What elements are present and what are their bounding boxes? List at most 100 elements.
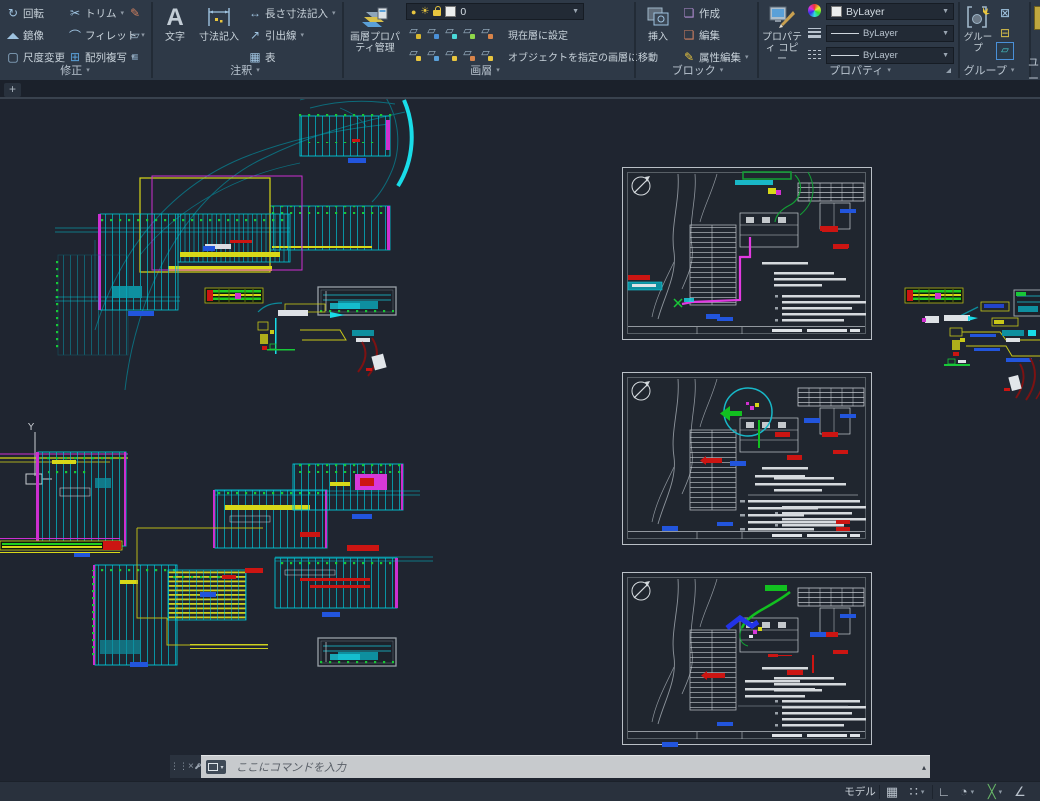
ungroup-button[interactable]: ⊠ <box>998 4 1012 22</box>
object-color-swatch <box>831 6 842 17</box>
dropdown-arrow-icon: ▼ <box>942 30 949 37</box>
dropdown-arrow-icon: ▾ <box>921 788 925 796</box>
object-color-value: ByLayer <box>846 6 885 18</box>
rotate-button[interactable]: ↻回転 <box>6 4 44 22</box>
match-properties-button[interactable]: プロパティ コピー <box>761 2 803 65</box>
command-input[interactable]: ▾ ここにコマンドを入力 ▴ <box>201 755 930 778</box>
detail-cluster-mid-left <box>205 287 396 376</box>
block-edit-button[interactable]: ❏編集 <box>682 26 720 44</box>
group-edit-button[interactable]: ⊟ <box>998 24 1012 42</box>
panel-separator <box>757 2 759 78</box>
layer-unisolate-icon[interactable]: ▱ <box>460 47 475 61</box>
command-history-arrow-icon[interactable]: ▴ <box>922 763 926 772</box>
match-properties-icon <box>768 2 796 32</box>
layer-lock-icon[interactable]: ▱ <box>460 25 475 39</box>
model-space[interactable]: Y <box>0 99 1040 755</box>
modify-panel-label[interactable]: 修正▾ <box>30 61 120 78</box>
snap-toggle-button[interactable]: ∷▾ <box>904 783 930 800</box>
block-create-button[interactable]: ❏作成 <box>682 4 720 22</box>
current-layer-name: 0 <box>460 6 466 18</box>
layer-match-icon[interactable]: ▱ <box>478 25 493 39</box>
customize-wrench-icon[interactable] <box>194 761 201 772</box>
block-create-label: 作成 <box>699 6 720 21</box>
layer-properties-button[interactable]: 画層プロパティ管理 <box>349 2 401 54</box>
mirror-label: 鏡像 <box>23 28 44 43</box>
ribbon: ↻回転 ✂トリム▾ ✎ ◢◣鏡像 ⌒フィレット▾ ▱ ▢尺度変更 ⊞配列複写▾ … <box>0 0 1040 82</box>
block-panel-label[interactable]: ブロック▾ <box>650 61 745 78</box>
lineweight-dropdown[interactable]: ByLayer ▼ <box>826 25 954 42</box>
set-current-layer-button[interactable]: 現在層に設定 <box>508 25 568 43</box>
polar-tracking-button[interactable]: ◔▾ <box>954 783 980 800</box>
layer-properties-label: 画層プロパティ管理 <box>349 32 401 54</box>
layer-on-all-icon[interactable]: ▱ <box>406 47 421 61</box>
model-space-button[interactable]: モデル <box>843 783 877 800</box>
layer-thaw-all-icon[interactable]: ▱ <box>424 47 439 61</box>
new-tab-button[interactable]: + <box>4 83 21 97</box>
command-bar: ⋮⋮ × ▾ ここにコマンドを入力 ▴ <box>170 755 930 778</box>
layer-tools-row-1: ▱ ▱ ▱ ▱ ▱ <box>406 23 493 41</box>
dimension-icon <box>206 2 232 32</box>
layer-unlock-all-icon[interactable]: ▱ <box>442 47 457 61</box>
lineweight-icon <box>808 26 821 40</box>
annotation-panel-label[interactable]: 注釈▾ <box>200 61 290 78</box>
dimension-button[interactable]: 寸法記入 <box>196 2 242 43</box>
layer-on-bulb-icon: ● <box>411 7 416 17</box>
leader-icon: ↗ <box>248 28 262 42</box>
object-snap-tracking-button[interactable]: ∠ <box>1010 783 1030 800</box>
insert-block-icon <box>645 2 671 32</box>
linetype-icon <box>808 47 821 62</box>
sheet-frame-2 <box>623 373 872 545</box>
erase-button[interactable]: ✎ <box>128 4 142 22</box>
trim-icon: ✂ <box>68 6 82 20</box>
layers-panel-label[interactable]: 画層▾ <box>440 61 530 78</box>
utilities-panel-label[interactable]: ユー <box>1028 61 1040 78</box>
layer-unlock-icon <box>433 10 441 16</box>
block-create-icon: ❏ <box>682 6 696 20</box>
angle-icon: ∠ <box>1014 784 1026 800</box>
trim-button[interactable]: ✂トリム▾ <box>68 4 124 22</box>
ortho-toggle-button[interactable]: ∟ <box>936 783 952 800</box>
layer-color-swatch <box>445 6 456 17</box>
object-snap-icon: ╳ <box>988 784 996 800</box>
linear-dimension-icon: ↔ <box>248 6 262 20</box>
drawing-canvas[interactable]: Y <box>0 99 1040 755</box>
dropdown-arrow-icon: ▾ <box>496 66 500 74</box>
ortho-icon: ∟ <box>938 784 951 799</box>
group-icon <box>965 2 991 32</box>
dropdown-arrow-icon: ▼ <box>942 52 949 59</box>
status-bar: モデル ▦ ∷▾ ∟ ◔▾ ╳▾ ∠ <box>0 781 1040 801</box>
command-icon[interactable]: ▾ <box>206 760 226 774</box>
insert-block-button[interactable]: 挿入 <box>640 2 676 43</box>
group-button[interactable]: グループ <box>962 2 994 54</box>
explode-button[interactable]: ▱ <box>128 26 142 44</box>
text-button[interactable]: A 文字 <box>158 2 192 43</box>
group-selectable-toggle[interactable]: ▱ <box>996 42 1014 60</box>
autocad-window: ↻回転 ✂トリム▾ ✎ ◢◣鏡像 ⌒フィレット▾ ▱ ▢尺度変更 ⊞配列複写▾ … <box>0 0 1040 801</box>
group-panel-label[interactable]: グループ▾ <box>950 61 1028 78</box>
linear-dimension-button[interactable]: ↔長さ寸法記入▾ <box>248 4 336 22</box>
rotate-icon: ↻ <box>6 6 20 20</box>
linetype-glyph <box>831 55 859 57</box>
dropdown-arrow-icon: ▾ <box>971 788 975 796</box>
text-label: 文字 <box>165 32 185 43</box>
object-snap-button[interactable]: ╳▾ <box>982 783 1008 800</box>
stretch-button[interactable]: ≡ <box>128 48 142 66</box>
command-bar-grip[interactable]: ⋮⋮ × <box>170 755 201 778</box>
layer-freeze-icon[interactable]: ▱ <box>442 25 457 39</box>
grid-toggle-button[interactable]: ▦ <box>882 783 902 800</box>
layer-isolate-icon[interactable]: ▱ <box>424 25 439 39</box>
group-label: グループ <box>962 32 994 54</box>
leader-button[interactable]: ↗引出線▾ <box>248 26 304 44</box>
layer-walk-icon[interactable]: ▱ <box>478 47 493 61</box>
polar-tracking-icon: ◔ <box>960 784 968 799</box>
ungroup-icon: ⊠ <box>998 6 1012 20</box>
mirror-button[interactable]: ◢◣鏡像 <box>6 26 44 44</box>
properties-panel-label[interactable]: プロパティ▾ <box>810 61 910 78</box>
explode-icon: ▱ <box>128 28 142 42</box>
stretch-icon: ≡ <box>128 50 142 64</box>
object-color-dropdown[interactable]: ByLayer ▼ <box>826 3 954 20</box>
layer-off-icon[interactable]: ▱ <box>406 25 421 39</box>
match-properties-label: プロパティ コピー <box>761 32 803 65</box>
dropdown-arrow-icon: ▾ <box>256 66 260 74</box>
layer-dropdown[interactable]: ● ☀ 0 ▼ <box>406 3 584 20</box>
